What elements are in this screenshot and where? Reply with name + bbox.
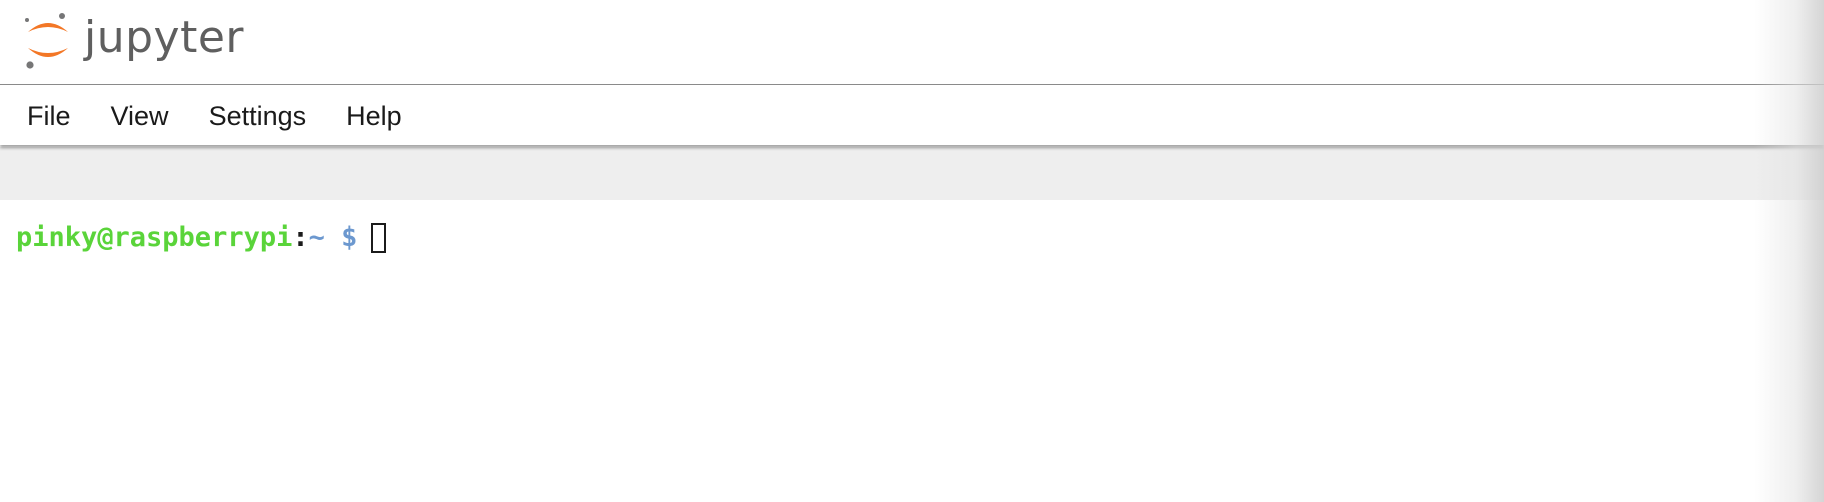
- prompt-path: ~: [308, 222, 325, 253]
- top-header: jupyter: [0, 0, 1824, 85]
- logo-text: jupyter: [84, 12, 244, 63]
- menu-help[interactable]: Help: [326, 85, 422, 145]
- jupyter-terminal-page: jupyter File View Settings Help pinky@ra…: [0, 0, 1824, 502]
- menu-bar: File View Settings Help: [0, 85, 1824, 145]
- toolbar-strip: [0, 147, 1824, 200]
- prompt-user-host: pinky@raspberrypi: [16, 222, 293, 253]
- menu-settings[interactable]: Settings: [189, 85, 327, 145]
- jupyter-logo[interactable]: jupyter: [22, 10, 244, 70]
- terminal-cursor: [371, 223, 387, 253]
- prompt-dollar: $: [341, 222, 358, 253]
- menu-file[interactable]: File: [0, 85, 91, 145]
- menu-view[interactable]: View: [91, 85, 189, 145]
- terminal-area[interactable]: pinky@raspberrypi: ~ $: [0, 200, 1824, 502]
- terminal-prompt: pinky@raspberrypi: ~ $: [16, 220, 387, 256]
- jupyter-logo-icon: [25, 13, 68, 69]
- prompt-colon: :: [292, 222, 309, 253]
